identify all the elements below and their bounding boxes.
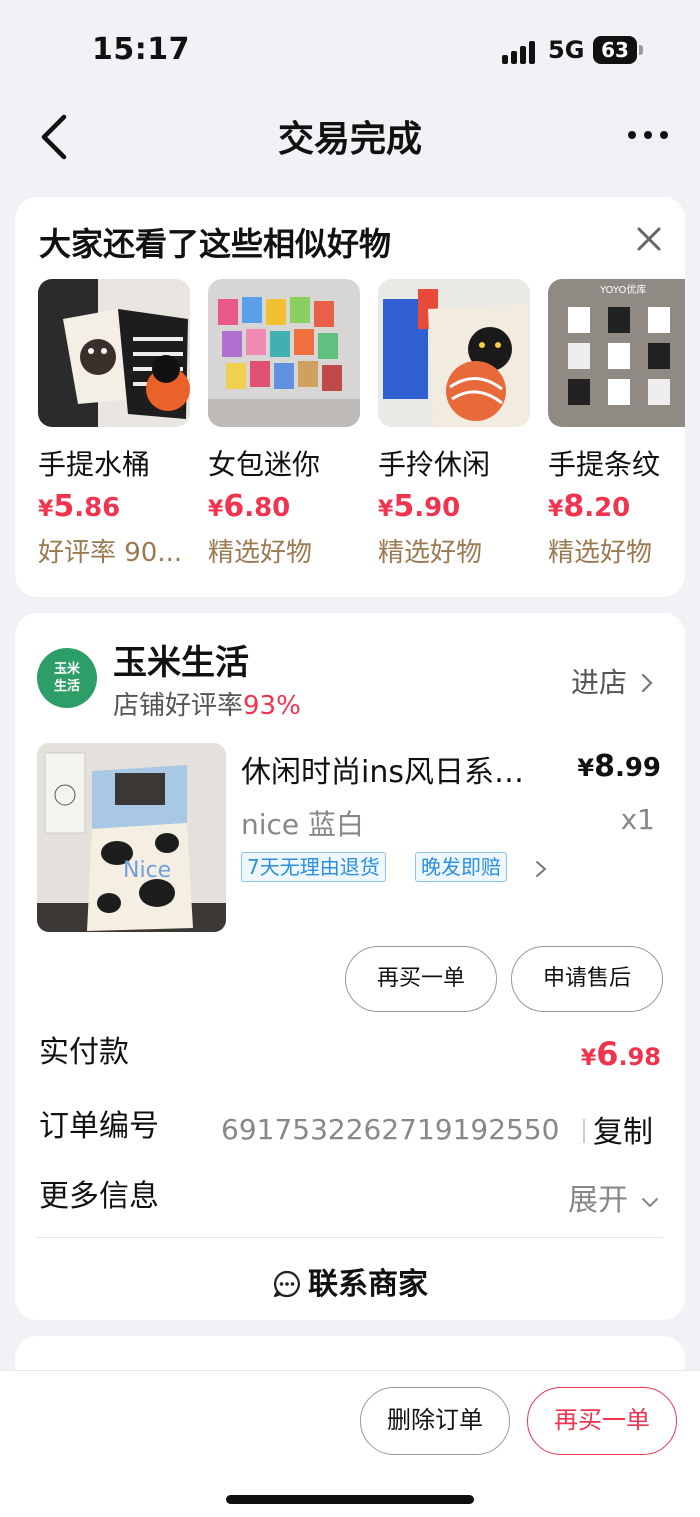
divider [583,1119,585,1143]
shop-logo[interactable]: 玉米 生活 [37,648,97,708]
recommend-item-name: 手提水桶 [38,448,151,481]
recommend-item-tag: 精选好物 [378,538,483,568]
recommend-item-price: ¥8.20 [548,489,631,524]
after-sale-button[interactable]: 申请售后 [511,946,663,1012]
page-title: 交易完成 [277,119,422,160]
battery-tip [639,45,643,55]
bottom-action-bar: 删除订单 再买一单 [0,1370,700,1517]
recommend-item-price: ¥6.80 [208,489,291,524]
chevron-down-icon [641,1198,658,1208]
home-indicator [226,1495,474,1504]
recommend-item-price: ¥5.90 [378,489,461,524]
rebuy-bottom-button[interactable]: 再买一单 [527,1387,677,1455]
product-quantity: x1 [620,803,655,836]
product-image: YOYO优库 [548,279,685,427]
product-price: ¥8.99 [577,749,661,784]
more-info-label: 更多信息 [39,1179,159,1214]
status-time: 15:17 [92,32,190,67]
product-title[interactable]: 休闲时尚ins风日系小众针织 [241,747,541,791]
order-number: 6917532262719192550 [221,1113,560,1146]
svg-text:Nice: Nice [123,858,171,883]
recommend-item[interactable]: 手提水桶 ¥5.86 好评率 90... [38,279,190,569]
signal-icon [502,40,538,64]
recommend-item[interactable]: 手拎休闲 ¥5.90 精选好物 [378,279,530,569]
rebuy-button[interactable]: 再买一单 [345,946,497,1012]
battery-icon: 63 [593,36,637,64]
shop-rating: 店铺好评率93% [113,691,301,721]
recommend-item-tag: 好评率 90... [38,538,183,568]
network-type: 5G [548,36,585,64]
delete-order-button[interactable]: 删除订单 [360,1387,510,1455]
expand-button[interactable]: 展开 [568,1175,660,1219]
status-bar: 15:17 5G 63 [0,0,700,100]
recommend-item-tag: 精选好物 [548,538,653,568]
nav-bar: 交易完成 [0,100,700,170]
late-delivery-badge[interactable]: 晚发即赔 [415,852,507,882]
recommend-item-tag: 精选好物 [208,538,313,568]
copy-button[interactable]: 复制 [593,1107,653,1151]
recommend-card: 大家还看了这些相似好物 手提水桶 ¥5.86 好评率 90... 女包迷你 ¥6… [15,197,685,597]
paid-amount-label: 实付款 [39,1035,129,1070]
recommend-item[interactable]: YOYO优库 手提条纹 ¥8.20 精选好物 [548,279,685,569]
recommend-item[interactable]: 女包迷你 ¥6.80 精选好物 [208,279,360,569]
contact-merchant-button[interactable]: 联系商家 [15,1259,685,1303]
product-image[interactable]: Nice [37,743,226,932]
recommend-title: 大家还看了这些相似好物 [39,225,392,263]
paid-amount: ¥6.98 [580,1035,661,1073]
product-image [378,279,530,427]
recommend-item-name: 手拎休闲 [378,448,491,481]
chevron-right-icon [641,673,653,693]
recommend-item-name: 手提条纹 [548,448,661,481]
chevron-right-icon[interactable] [533,859,549,879]
recommend-item-banner: YOYO优库 [599,283,646,296]
order-card: 玉米 生活 玉米生活 店铺好评率93% 进店 Nice 休闲时尚ins风日系小众… [15,613,685,1320]
order-number-label: 订单编号 [39,1109,159,1144]
recommend-item-name: 女包迷你 [208,448,321,481]
product-image [38,279,190,427]
product-image [208,279,360,427]
shop-name[interactable]: 玉米生活 [113,635,249,684]
divider [37,1237,663,1238]
return-policy-badge[interactable]: 7天无理由退货 [241,852,386,882]
product-spec: nice 蓝白 [241,808,365,841]
close-icon[interactable] [635,225,663,253]
recommend-item-price: ¥5.86 [38,489,121,524]
chat-icon [273,1270,300,1298]
enter-shop-link[interactable]: 进店 [571,661,654,701]
more-icon[interactable] [626,128,670,142]
